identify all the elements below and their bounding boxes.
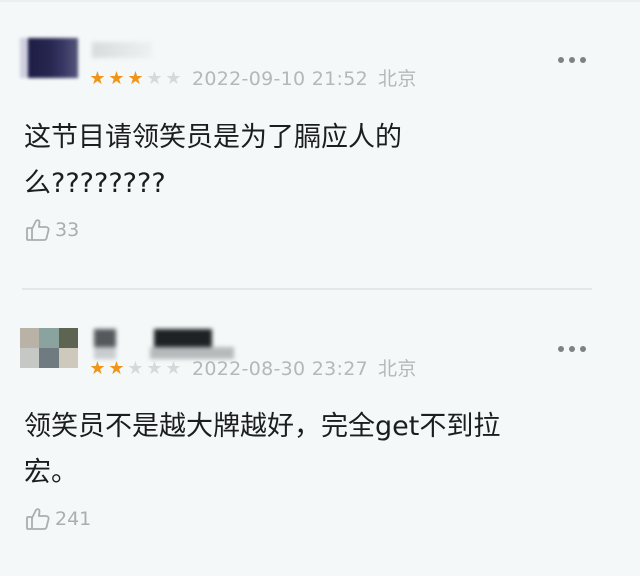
avatar-pixel (58, 348, 78, 368)
review-location: 北京 (378, 358, 417, 380)
review-card: ★ ★ ★ ★ ★ 2022-09-10 21:52 北京 这节目请领笑员是为了膈应人的 … (0, 0, 640, 290)
star-filled-icon: ★ (127, 68, 144, 89)
star-filled-icon: ★ (108, 358, 125, 379)
avatar-pixel (20, 328, 40, 348)
review-meta: 2022-08-30 23:27 北京 (192, 358, 417, 380)
username-redacted[interactable] (92, 42, 152, 58)
review-card: ★ ★ ★ ★ ★ 2022-08-30 23:27 北京 领笑员不是越大牌越好，完全ge… (0, 291, 640, 576)
like-count: 241 (55, 508, 92, 530)
star-filled-icon: ★ (108, 68, 125, 89)
dot (569, 346, 575, 352)
more-options-icon[interactable] (558, 54, 586, 66)
review-text: 这节目请领笑员是为了膈应人的 么???????? (24, 122, 402, 199)
dot (580, 57, 586, 63)
review-datetime: 2022-08-30 23:27 (192, 358, 369, 380)
like-count: 33 (55, 219, 80, 241)
review-location: 北京 (378, 68, 417, 90)
star-empty-icon: ★ (127, 358, 144, 379)
dot (558, 57, 564, 63)
star-empty-icon: ★ (165, 68, 182, 89)
star-rating: ★ ★ ★ ★ ★ (88, 70, 183, 88)
review-divider (22, 288, 592, 290)
like-button[interactable]: 33 (25, 216, 79, 244)
thumbs-up-icon (25, 217, 51, 243)
more-options-icon[interactable] (558, 343, 586, 355)
thumbs-up-icon (25, 506, 51, 532)
avatar[interactable] (20, 38, 78, 78)
review-meta: 2022-09-10 21:52 北京 (192, 68, 417, 90)
username-redacted[interactable] (94, 329, 234, 359)
dot (580, 346, 586, 352)
dot (558, 346, 564, 352)
star-empty-icon: ★ (146, 68, 163, 89)
avatar[interactable] (20, 328, 78, 368)
star-filled-icon: ★ (89, 358, 106, 379)
avatar-pixel (58, 328, 78, 348)
star-empty-icon: ★ (146, 358, 163, 379)
star-rating: ★ ★ ★ ★ ★ (88, 360, 183, 378)
avatar-pixel (20, 348, 40, 368)
review-text: 领笑员不是越大牌越好，完全get不到拉 宏。 (24, 411, 501, 488)
like-button[interactable]: 241 (25, 505, 91, 533)
review-datetime: 2022-09-10 21:52 (192, 68, 369, 90)
star-empty-icon: ★ (165, 358, 182, 379)
dot (569, 57, 575, 63)
avatar-pixel (39, 348, 59, 368)
star-filled-icon: ★ (89, 68, 106, 89)
avatar-pixel (39, 328, 59, 348)
